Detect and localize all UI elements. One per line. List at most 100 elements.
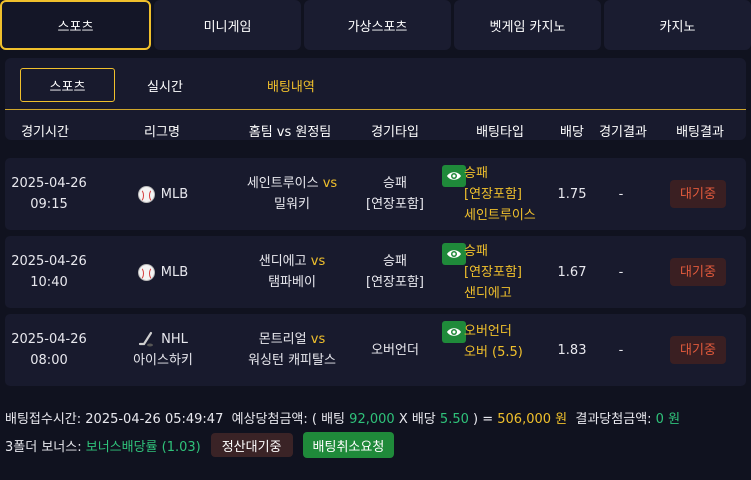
divider xyxy=(5,109,746,110)
league-sub: 아이스하키 xyxy=(133,353,193,368)
game-clock: 10:40 xyxy=(30,275,68,290)
game-result: - xyxy=(618,186,624,202)
col-bet-result: 배팅결과 xyxy=(676,124,724,140)
bet-type-line: 오버 (5.5) xyxy=(464,345,523,360)
eye-icon[interactable] xyxy=(442,165,466,187)
game-type-cell: 승패 [연장포함] xyxy=(350,158,440,230)
cancel-bet-button[interactable]: 배팅취소요청 xyxy=(302,432,395,458)
bet-type-cell: 오버언더 오버 (5.5) xyxy=(442,314,554,386)
away-team: 밀워키 xyxy=(274,197,310,212)
hockey-icon xyxy=(139,331,154,347)
subtab-sports[interactable]: 스포츠 xyxy=(20,68,115,102)
game-result: - xyxy=(618,342,624,358)
game-type: 승패 xyxy=(383,254,407,269)
expected-amount: 506,000 원 xyxy=(497,412,568,427)
away-team: 탬파베이 xyxy=(268,275,316,290)
away-team: 워싱턴 캐피탈스 xyxy=(248,353,336,368)
bonus-value: 보너스배당률 (1.03) xyxy=(85,439,201,455)
bet-type-line: 승패 xyxy=(464,244,488,259)
game-type-cell: 오버언더 xyxy=(350,314,440,386)
col-game-result: 경기결과 xyxy=(599,124,647,140)
vs-label: vs xyxy=(310,254,326,269)
table-row: 2025-04-26 09:15 MLB 세인트루이스 vs 밀워키 승패 [연… xyxy=(5,158,746,230)
bet-type-line: 샌디에고 xyxy=(464,286,512,301)
bet-result-cell: 대기중 xyxy=(663,236,733,308)
expected-label: 예상당첨금액: ( 배팅 xyxy=(231,412,346,427)
col-bet-type: 배팅타입 xyxy=(476,124,524,140)
bet-type-cell: 승패 [연장포함] 세인트루이스 xyxy=(442,158,554,230)
league-cell: MLB xyxy=(123,236,203,308)
odds: 1.83 xyxy=(557,342,587,358)
stake-amount: 92,000 xyxy=(349,412,395,427)
teams-cell: 세인트루이스 vs 밀워키 xyxy=(227,158,357,230)
bet-type-cell: 승패 [연장포함] 샌디에고 xyxy=(442,236,554,308)
tab-casino[interactable]: 카지노 xyxy=(604,0,751,50)
bet-type-line: 세인트루이스 xyxy=(464,208,536,223)
game-time: 2025-04-26 09:15 xyxy=(5,158,93,230)
total-odds: 5.50 xyxy=(439,412,469,427)
game-clock: 09:15 xyxy=(30,197,68,212)
home-team: 몬트리얼 xyxy=(258,332,307,347)
league-cell: NHL 아이스하키 xyxy=(123,314,203,386)
home-team: 샌디에고 xyxy=(258,254,307,269)
result-amount: 0 원 xyxy=(655,412,681,427)
subtab-live[interactable]: 실시간 xyxy=(115,68,215,102)
bet-time-label: 배팅접수시간: xyxy=(5,412,82,427)
league-name: NHL xyxy=(161,332,188,347)
odds: 1.67 xyxy=(557,264,587,280)
settle-pending-button[interactable]: 정산대기중 xyxy=(210,433,293,457)
teams-cell: 샌디에고 vs 탬파베이 xyxy=(227,236,357,308)
tab-virtual-sports[interactable]: 가상스포츠 xyxy=(304,0,451,50)
status-badge: 대기중 xyxy=(670,180,726,208)
game-date: 2025-04-26 xyxy=(11,332,87,347)
status-badge: 대기중 xyxy=(670,258,726,286)
teams-cell: 몬트리얼 vs 워싱턴 캐피탈스 xyxy=(227,314,357,386)
col-league: 리그명 xyxy=(144,124,180,140)
game-time: 2025-04-26 08:00 xyxy=(5,314,93,386)
tab-betgame-casino[interactable]: 벳게임 카지노 xyxy=(454,0,601,50)
col-teams: 홈팀 vs 원정팀 xyxy=(248,124,332,140)
eye-icon[interactable] xyxy=(442,321,466,343)
game-date: 2025-04-26 xyxy=(11,254,87,269)
league-name: MLB xyxy=(160,186,189,202)
table-header: 경기시간 리그명 홈팀 vs 원정팀 경기타입 배팅타입 배당 경기결과 배팅결… xyxy=(5,112,746,148)
status-badge: 대기중 xyxy=(670,336,726,364)
x-odds-label: X 배당 xyxy=(398,412,436,427)
bet-type-lines: 승패 [연장포함] 샌디에고 xyxy=(464,241,522,304)
baseball-icon xyxy=(137,263,155,281)
bet-type-lines: 오버언더 오버 (5.5) xyxy=(464,321,523,363)
bet-type-line: 오버언더 xyxy=(464,324,512,339)
summary-line-1: 배팅접수시간: 2025-04-26 05:49:47 예상당첨금액: ( 배팅… xyxy=(5,408,680,427)
home-team: 세인트루이스 xyxy=(246,176,319,191)
tab-sports[interactable]: 스포츠 xyxy=(0,0,151,50)
table-row: 2025-04-26 08:00 NHL 아이스하키 몬트리얼 vs 워싱턴 캐… xyxy=(5,314,746,386)
tab-minigame[interactable]: 미니게임 xyxy=(154,0,301,50)
game-type: 승패 xyxy=(383,176,407,191)
baseball-icon xyxy=(137,185,155,203)
summary-line-2: 3폴더 보너스: 보너스배당률 (1.03) 정산대기중 배팅취소요청 xyxy=(5,432,395,458)
odds: 1.75 xyxy=(557,186,587,202)
bet-result-cell: 대기중 xyxy=(663,314,733,386)
eye-icon[interactable] xyxy=(442,243,466,265)
bet-time: 2025-04-26 05:49:47 xyxy=(85,412,224,427)
league-name: MLB xyxy=(160,264,189,280)
game-result: - xyxy=(618,264,624,280)
result-label: 결과당첨금액: xyxy=(575,412,652,427)
vs-label: vs xyxy=(322,176,338,191)
bet-result-cell: 대기중 xyxy=(663,158,733,230)
subtab-bet-history[interactable]: 배팅내역 xyxy=(267,68,315,102)
game-clock: 08:00 xyxy=(30,353,68,368)
game-type: 오버언더 xyxy=(371,342,419,358)
game-type-cell: 승패 [연장포함] xyxy=(350,236,440,308)
col-game-time: 경기시간 xyxy=(21,124,69,140)
bet-type-lines: 승패 [연장포함] 세인트루이스 xyxy=(464,163,536,226)
game-time: 2025-04-26 10:40 xyxy=(5,236,93,308)
sub-tab-bar: 스포츠 실시간 배팅내역 xyxy=(20,68,315,102)
col-game-type: 경기타입 xyxy=(371,124,419,140)
league-cell: MLB xyxy=(123,158,203,230)
game-type-sub: [연장포함] xyxy=(366,197,424,212)
equals-label: ) = xyxy=(473,412,494,427)
top-tab-bar: 스포츠 미니게임 가상스포츠 벳게임 카지노 카지노 xyxy=(0,0,751,52)
table-row: 2025-04-26 10:40 MLB 샌디에고 vs 탬파베이 승패 [연장… xyxy=(5,236,746,308)
vs-label: vs xyxy=(310,332,326,347)
